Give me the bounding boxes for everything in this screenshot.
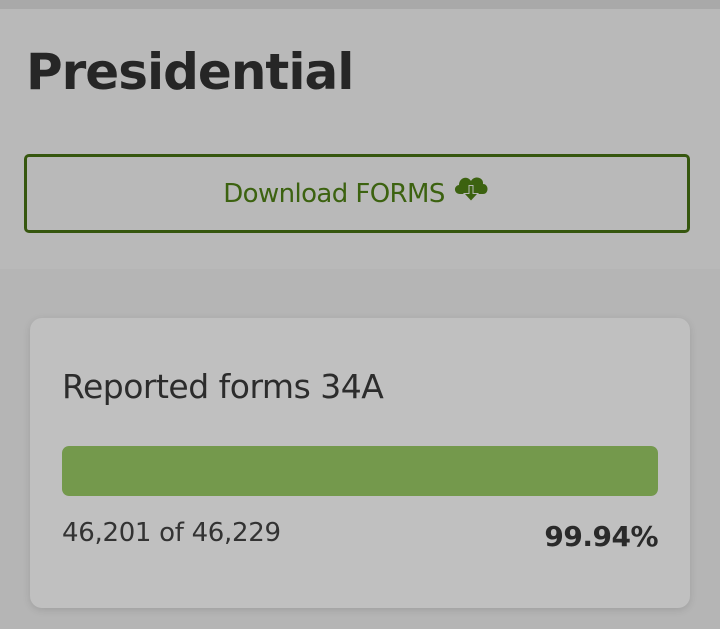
page-title: Presidential xyxy=(26,43,354,101)
reported-percent-text: 99.94% xyxy=(544,520,658,553)
download-forms-button[interactable]: Download FORMS xyxy=(24,154,690,233)
results-header: Presidential Download FORMS xyxy=(0,9,720,269)
cloud-download-icon xyxy=(451,172,491,204)
progress-bar-fill xyxy=(62,446,658,496)
download-forms-label: Download FORMS xyxy=(223,178,445,209)
reported-count-text: 46,201 of 46,229 xyxy=(62,518,281,548)
card-title: Reported forms 34A xyxy=(62,367,384,406)
top-app-bar-edge xyxy=(0,0,720,9)
reported-forms-card: Reported forms 34A 46,201 of 46,229 99.9… xyxy=(30,318,690,608)
reporting-progress-bar xyxy=(62,446,658,496)
